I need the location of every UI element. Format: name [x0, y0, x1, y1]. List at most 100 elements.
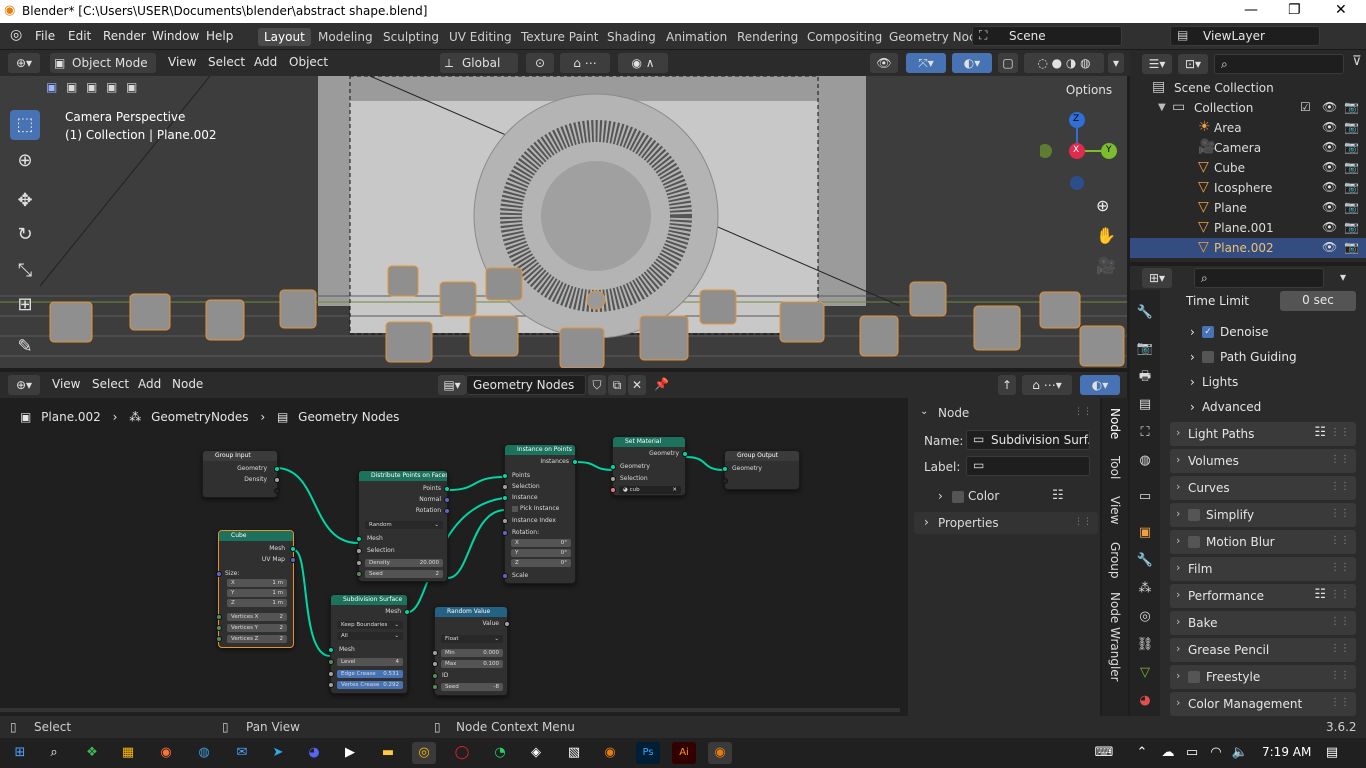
menu-help[interactable]: Help — [206, 29, 233, 43]
pivot-icon[interactable]: ⊙ — [526, 53, 554, 73]
scale-input-socket[interactable] — [502, 573, 508, 579]
start-icon[interactable]: ⊞ — [8, 742, 32, 764]
tab-node-wrangler[interactable]: Node Wrangler — [1108, 592, 1122, 682]
empty-output-socket[interactable] — [274, 488, 280, 494]
viewport-menu-object[interactable]: Object — [289, 55, 328, 69]
outliner-item-cube[interactable]: ▽ Cube 👁 📷 — [1130, 158, 1366, 178]
tab-rendering[interactable]: Rendering — [731, 28, 804, 46]
points-input-socket[interactable] — [502, 473, 508, 479]
outliner-item-icosphere[interactable]: ▽ Icosphere 👁 📷 — [1130, 178, 1366, 198]
render-camera-icon[interactable]: 📷 — [1344, 140, 1359, 154]
menu-render[interactable]: Render — [103, 29, 146, 43]
rotation-output-socket[interactable] — [444, 508, 450, 514]
discord-icon[interactable]: ◕ — [302, 742, 326, 764]
tab-sculpting[interactable]: Sculpting — [377, 28, 445, 46]
pan-hand-icon[interactable]: ✋ — [1096, 226, 1116, 245]
drag-handle-icon[interactable]: ⋮⋮ — [1330, 643, 1350, 654]
density-input-socket[interactable] — [356, 560, 362, 566]
transform-orientation[interactable]: ⟂ Global — [440, 53, 518, 73]
duplicate-tree-icon[interactable]: ⧉ — [608, 375, 626, 395]
density-field[interactable]: Density 20.000 — [365, 559, 443, 567]
freestyle-checkbox[interactable] — [1188, 671, 1200, 683]
pin-icon[interactable]: 📌 — [654, 377, 669, 391]
drag-handle-icon[interactable]: ⋮⋮ — [1330, 589, 1350, 600]
list-icon[interactable]: ☷ — [1314, 425, 1326, 440]
media-player-icon[interactable]: ▶ — [338, 742, 362, 764]
outliner-collection[interactable]: ▼ ▭ Collection ☑ 👁 📷 — [1130, 98, 1366, 118]
material-field[interactable]: ◕ cub ✕ — [619, 486, 681, 494]
cursor-icon[interactable]: ⊕ — [10, 146, 40, 176]
properties-search-input[interactable]: ⌕ — [1194, 268, 1324, 288]
time-limit-field[interactable]: 0 sec — [1280, 291, 1356, 311]
tab-geometry-nodes[interactable]: Geometry Noc — [883, 28, 982, 46]
camera-view-icon[interactable]: 🎥 — [1096, 256, 1116, 275]
path-guiding-subpanel[interactable]: › Path Guiding — [1180, 346, 1360, 368]
blender-active-icon[interactable]: ◉ — [708, 742, 732, 764]
maximize-button[interactable]: ❐ — [1288, 2, 1301, 18]
geometry-output-socket[interactable] — [682, 451, 688, 457]
denoise-checkbox[interactable]: ✓ — [1202, 326, 1214, 338]
outliner-display-mode-icon[interactable]: ⊡▾ — [1178, 54, 1208, 74]
panel-color-management[interactable]: › Color Management ⋮⋮ — [1170, 692, 1356, 716]
boundary-dropdown[interactable]: Keep Boundaries ⌄ — [337, 621, 403, 629]
list-icon[interactable]: ☷ — [1052, 488, 1064, 503]
gizmo-toggle-icon[interactable]: ⤧▾ — [906, 53, 946, 73]
modifier-tab-icon[interactable]: 🔧 — [1136, 552, 1154, 570]
fake-user-shield-icon[interactable]: ⛉ — [588, 375, 606, 395]
viewport-menu-select[interactable]: Select — [208, 55, 245, 69]
drag-handle-icon[interactable]: ⋮⋮ — [1330, 562, 1350, 573]
drag-handle-icon[interactable]: ⋮⋮ — [1330, 454, 1350, 465]
taskbar-clock[interactable]: 7:19 AM — [1262, 745, 1311, 759]
particles-tab-icon[interactable]: ⁂ — [1136, 580, 1154, 598]
parent-node-icon[interactable]: ↑ — [998, 375, 1016, 395]
menu-file[interactable]: File — [35, 29, 55, 43]
seed-field[interactable]: Seed 2 — [365, 570, 443, 578]
edge-icon[interactable]: ◍ — [192, 742, 216, 764]
selection-input-socket[interactable] — [502, 484, 508, 490]
blender-taskbar-icon[interactable]: ◉ — [598, 742, 622, 764]
proportional-edit-icon[interactable]: ◉ ∧ — [618, 53, 668, 73]
panel-simplify[interactable]: › Simplify ⋮⋮ — [1170, 503, 1356, 527]
panel-motion-blur[interactable]: › Motion Blur ⋮⋮ — [1170, 530, 1356, 554]
tab-tool[interactable]: Tool — [1108, 456, 1122, 479]
select-mode-buttons[interactable]: ▣ ▣ ▣ ▣ ▣ — [44, 80, 140, 98]
pick-instance-checkbox[interactable] — [512, 506, 518, 512]
telegram-icon[interactable]: ➤ — [266, 742, 290, 764]
node-overlay-icon[interactable]: ◐▾ — [1080, 375, 1120, 395]
node-instance-on-points[interactable]: Instance on Points Instances Points Sele… — [502, 444, 578, 584]
outliner-item-camera[interactable]: 🎥 Camera 👁 📷 — [1130, 138, 1366, 158]
viewport-menu-add[interactable]: Add — [254, 55, 277, 69]
visibility-icon[interactable]: 👁 — [870, 53, 898, 73]
scene-selector[interactable]: ⛶ Scene — [972, 26, 1122, 46]
path-guiding-checkbox[interactable] — [1202, 351, 1214, 363]
app-icon[interactable]: ◈ — [524, 742, 548, 764]
firefox-icon[interactable]: ◉ — [154, 742, 178, 764]
render-camera-icon[interactable]: 📷 — [1344, 200, 1359, 214]
options-button[interactable]: Options — [1058, 80, 1120, 100]
select-invert-icon[interactable]: ▣ — [106, 80, 117, 94]
material-input-socket[interactable] — [610, 487, 616, 493]
node-cube[interactable]: Cube Mesh UV Map Size: X1 m Y1 m Z1 m Ve… — [216, 530, 296, 648]
vertices-y-socket[interactable] — [216, 625, 222, 631]
eye-icon[interactable]: 👁 — [1322, 140, 1337, 154]
eye-icon[interactable]: 👁 — [1322, 200, 1337, 214]
outliner-editor-type-icon[interactable]: ☰▾ — [1142, 54, 1172, 74]
normal-output-socket[interactable] — [444, 497, 450, 503]
points-output-socket[interactable] — [444, 486, 450, 492]
tab-layout[interactable]: Layout — [258, 28, 311, 46]
density-output-socket[interactable] — [274, 477, 280, 483]
render-camera-icon[interactable]: 📷 — [1344, 160, 1359, 174]
drag-handle-icon[interactable]: ⋮⋮ — [1330, 616, 1350, 627]
drag-handle-icon[interactable]: ⋮⋮ — [1330, 427, 1350, 438]
render-camera-icon[interactable]: 📷 — [1344, 220, 1359, 234]
drag-handle-icon[interactable]: ⋮⋮ — [1074, 407, 1092, 417]
drag-handle-icon[interactable]: ⋮⋮ — [1330, 481, 1350, 492]
size-y-field[interactable]: Y1 m — [227, 589, 287, 597]
mesh-input-socket[interactable] — [356, 536, 362, 542]
node-editor-type-icon[interactable]: ⊕▾ — [8, 375, 40, 395]
rotation-z-field[interactable]: Z 0° — [511, 559, 571, 567]
collection-tab-icon[interactable]: ▭ — [1136, 488, 1154, 506]
panel-performance[interactable]: › Performance ☷ ⋮⋮ — [1170, 584, 1356, 608]
tray-chevron-up-icon[interactable]: ⌃ — [1130, 742, 1154, 764]
shading-dropdown-icon[interactable]: ▾ — [1108, 53, 1124, 73]
